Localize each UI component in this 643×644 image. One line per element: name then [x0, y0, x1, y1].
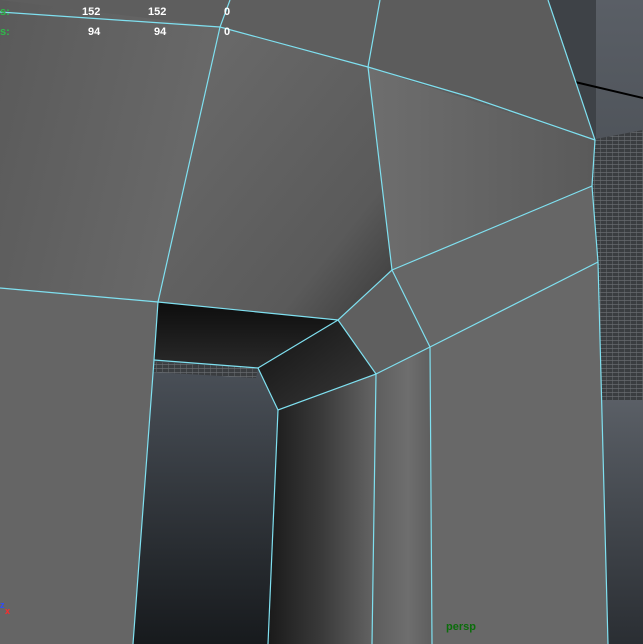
hud-row-1-value2: 152	[148, 6, 167, 18]
hud-row-2: s: 94 94 0	[0, 26, 240, 39]
hud-row-2-value2: 94	[154, 26, 167, 38]
camera-name-label: persp	[446, 621, 476, 633]
mesh-face-leg-inner	[268, 374, 376, 644]
mesh-scene[interactable]	[0, 0, 643, 644]
hud-row-1-label: s:	[0, 6, 10, 18]
axis-z-label: z	[0, 600, 5, 610]
background-right-lower	[602, 400, 643, 644]
perspective-viewport[interactable]: s: 152 152 0 s: 94 94 0 z x persp	[0, 0, 643, 644]
hud-row-1-value3: 0	[224, 6, 231, 18]
hud-row-2-value1: 94	[88, 26, 101, 38]
opening-background	[133, 362, 278, 644]
hud-row-2-label: s:	[0, 26, 10, 38]
axis-x-label: x	[5, 606, 11, 616]
hud-row-1-value1: 152	[82, 6, 101, 18]
mesh-face-leg-mid	[372, 347, 432, 644]
hud-row-2-value3: 0	[224, 26, 231, 38]
mesh-face-left-leg	[0, 288, 158, 644]
hud-row-1: s: 152 152 0	[0, 6, 240, 19]
